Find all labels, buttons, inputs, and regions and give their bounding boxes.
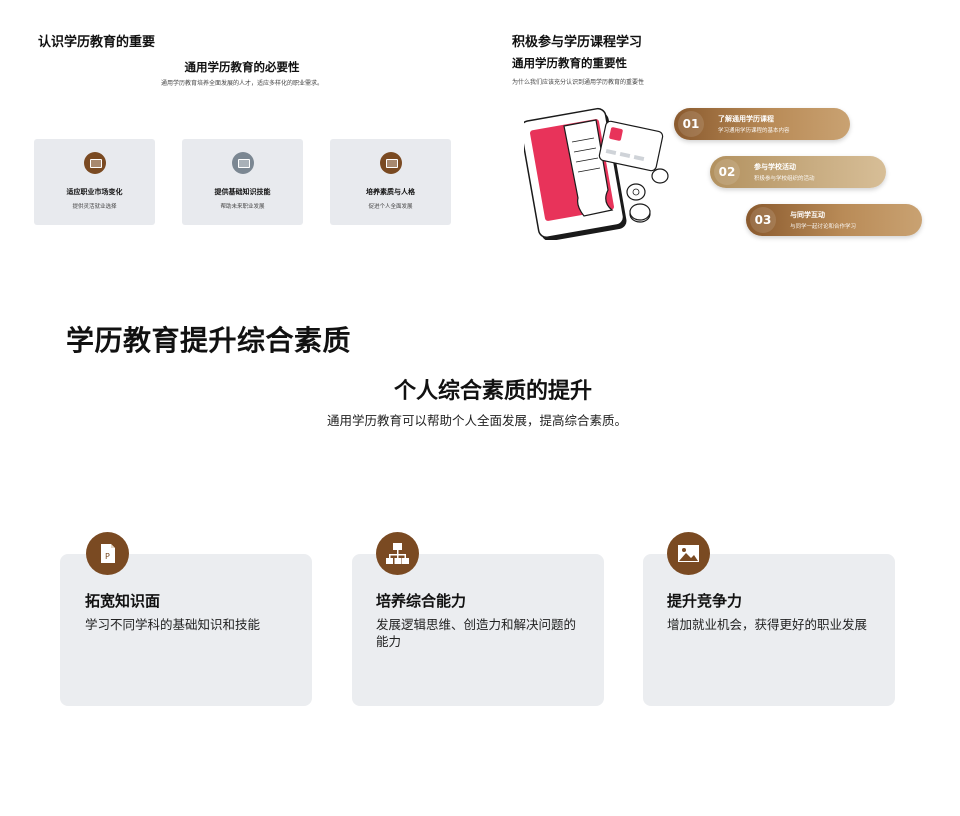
step-desc: 学习通用学历课程的基本内容 [718,128,790,134]
step-number: 01 [678,111,704,137]
image-icon [667,532,710,575]
slide3-subtitle: 个人综合素质的提升 [393,379,592,404]
slide1-card-desc: 提供灵活就业选择 [72,204,117,210]
slide2-title: 积极参与学历课程学习 [512,35,643,50]
slide2-subtitle: 通用学历教育的重要性 [512,56,627,70]
step-number: 03 [750,207,776,233]
slide1-card: 培养素质与人格 促进个人全面发展 [330,139,451,225]
step-title: 了解通用学历课程 [718,115,774,123]
svg-text:P: P [105,552,110,561]
phone-payment-illustration [524,107,669,240]
step-desc: 积极参与学校组织的活动 [754,176,815,182]
slide1-title: 认识学历教育的重要 [38,35,156,50]
step-item: 03 与同学互动 与同学一起讨论和合作学习 [746,204,922,236]
slide1-card-title: 适应职业市场变化 [66,188,123,196]
slide3-card-title: 拓宽知识面 [85,592,161,610]
slide3-card-desc: 学习不同学科的基础知识和技能 [85,617,261,632]
step-item: 02 参与学校活动 积极参与学校组织的活动 [710,156,886,188]
slide2-description: 为什么我们应该充分认识到通用学历教育的重要性 [512,79,645,86]
step-number: 02 [714,159,740,185]
slide1-card-desc: 帮助未来职业发展 [220,204,265,210]
slide3-title: 学历教育提升综合素质 [66,324,352,357]
slide3-card-title: 培养综合能力 [376,592,467,610]
slide3-description: 通用学历教育可以帮助个人全面发展，提高综合素质。 [326,413,627,428]
briefcase-icon [231,152,254,174]
slide1-card: 提供基础知识技能 帮助未来职业发展 [182,139,303,225]
briefcase-icon [379,152,402,174]
slide1-subtitle: 通用学历教育的必要性 [184,60,300,74]
step-title: 与同学互动 [790,211,825,219]
step-desc: 与同学一起讨论和合作学习 [790,224,857,230]
slide1-card-desc: 促进个人全面发展 [368,204,413,210]
slide3-card-desc: 发展逻辑思维、创造力和解决问题的能力 [376,617,577,649]
document-p-icon: P [86,532,129,575]
step-title: 参与学校活动 [754,163,796,171]
slide1-card: 适应职业市场变化 提供灵活就业选择 [34,139,155,225]
slide3-card-title: 提升竞争力 [667,592,743,610]
hierarchy-icon [376,532,419,575]
slide1-description: 通用学历教育培养全面发展的人才，适应多样化的职业需求。 [160,80,323,87]
slide3-card-desc: 增加就业机会，获得更好的职业发展 [667,617,868,632]
slide1-card-title: 提供基础知识技能 [214,188,271,196]
step-item: 01 了解通用学历课程 学习通用学历课程的基本内容 [674,108,850,140]
slide1-card-title: 培养素质与人格 [366,188,415,196]
briefcase-icon [83,152,106,174]
